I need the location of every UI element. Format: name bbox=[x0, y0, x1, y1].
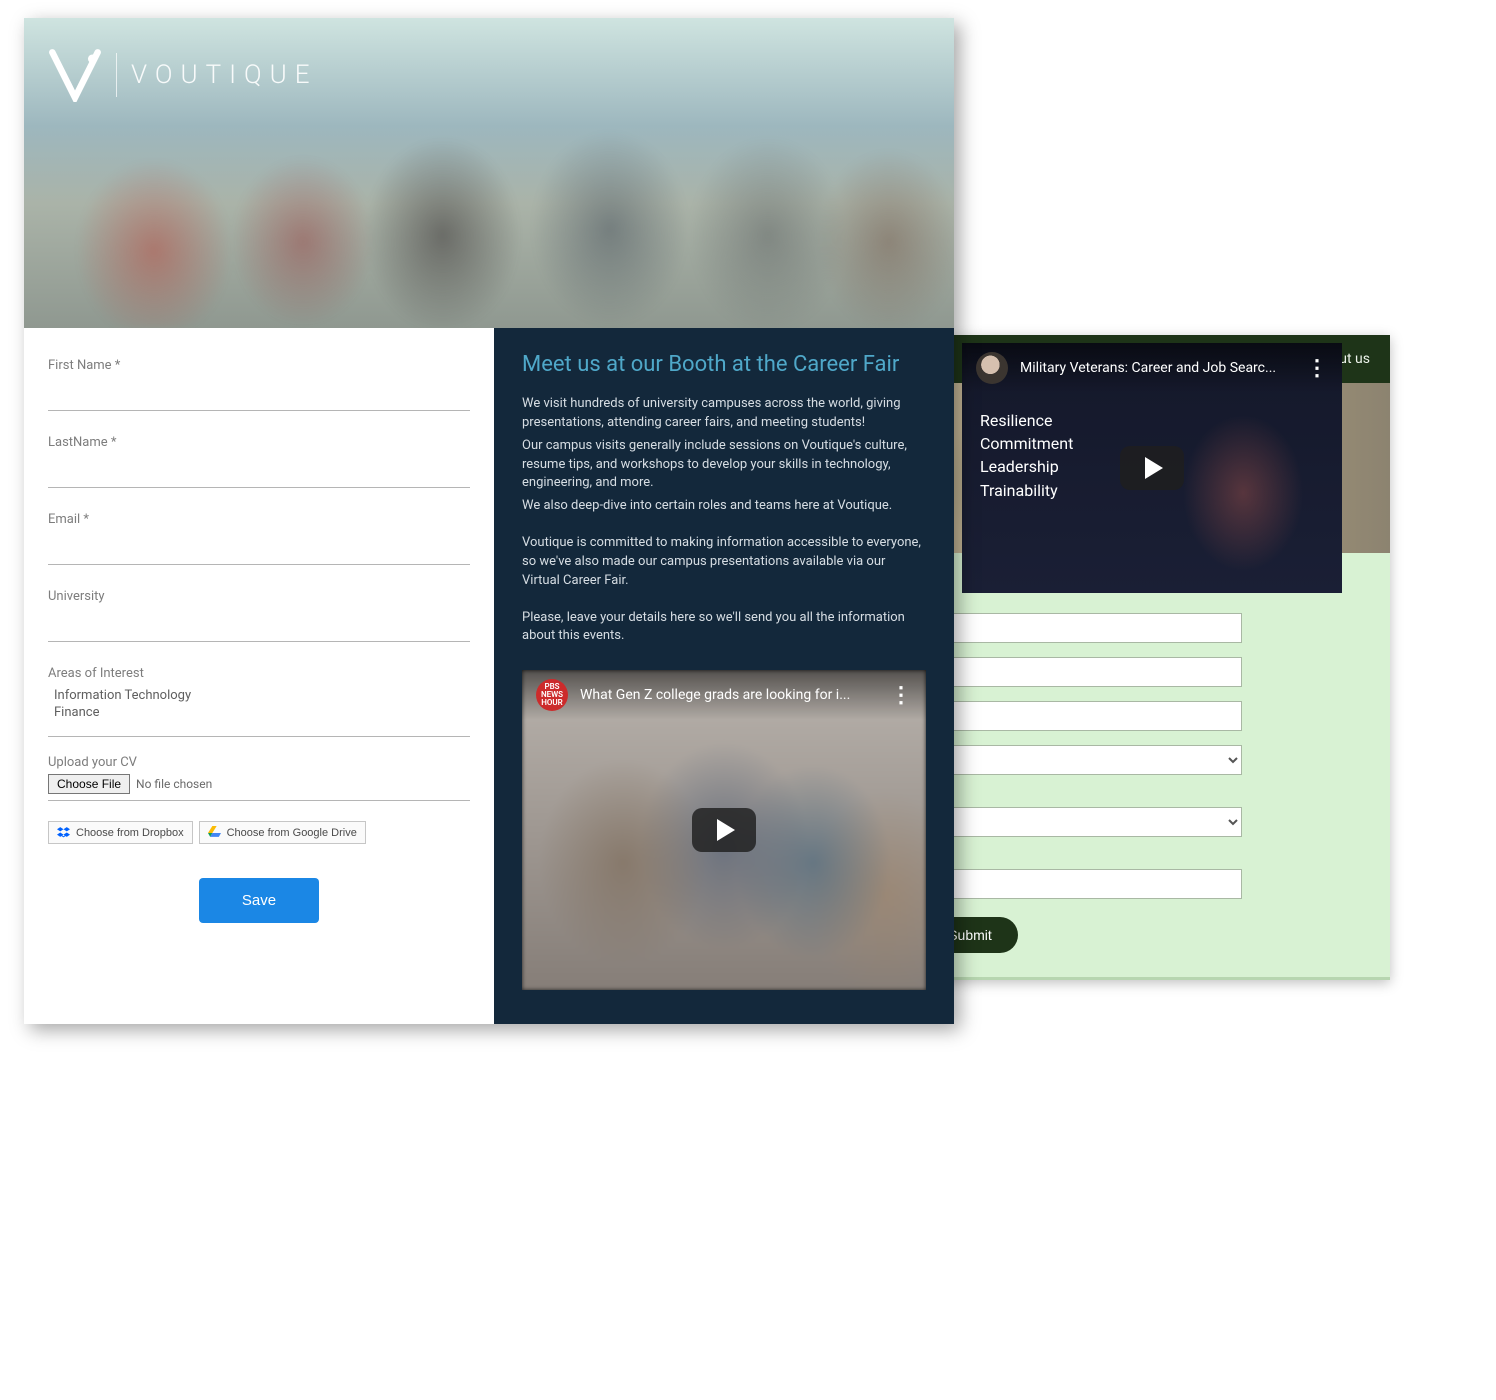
save-button[interactable]: Save bbox=[199, 878, 319, 923]
voutique-form: First Name * LastName * Email * Universi… bbox=[24, 328, 494, 1024]
info-paragraph: Voutique is committed to making informat… bbox=[522, 534, 926, 591]
channel-avatar[interactable] bbox=[976, 352, 1008, 384]
first-name-label: First Name * bbox=[48, 358, 470, 373]
areas-option[interactable]: Finance bbox=[48, 704, 470, 721]
channel-avatar[interactable]: PBSNEWSHOUR bbox=[536, 679, 568, 711]
video-keyword-overlay: Resilience Commitment Leadership Trainab… bbox=[980, 409, 1073, 502]
video-keyword: Leadership bbox=[980, 455, 1073, 478]
no-file-chosen-text: No file chosen bbox=[136, 777, 212, 791]
video-title: Military Veterans: Career and Job Searc.… bbox=[1020, 360, 1294, 376]
play-button-icon[interactable] bbox=[1120, 446, 1184, 490]
choose-from-google-drive-button[interactable]: Choose from Google Drive bbox=[199, 821, 366, 844]
info-title: Meet us at our Booth at the Career Fair bbox=[522, 352, 926, 377]
voutique-logo: VOUTIQUE bbox=[48, 48, 318, 102]
video-more-menu-icon[interactable]: ⋮ bbox=[890, 683, 912, 708]
info-paragraph: We also deep-dive into certain roles and… bbox=[522, 497, 926, 516]
info-paragraph: Please, leave your details here so we'll… bbox=[522, 609, 926, 647]
play-button-icon[interactable] bbox=[692, 808, 756, 852]
upload-cv-label: Upload your CV bbox=[48, 755, 470, 770]
youtube-embed[interactable]: PBSNEWSHOUR What Gen Z college grads are… bbox=[522, 670, 926, 990]
video-keyword: Trainability bbox=[980, 479, 1073, 502]
areas-of-interest-listbox[interactable]: Information Technology Finance bbox=[48, 685, 470, 737]
university-input[interactable] bbox=[48, 608, 470, 642]
video-more-menu-icon[interactable]: ⋮ bbox=[1306, 356, 1328, 381]
video-title: What Gen Z college grads are looking for… bbox=[580, 687, 878, 703]
last-name-label: LastName * bbox=[48, 435, 470, 450]
logo-divider bbox=[116, 53, 117, 97]
video-keyword: Resilience bbox=[980, 409, 1073, 432]
info-paragraph: We visit hundreds of university campuses… bbox=[522, 395, 926, 433]
youtube-embed[interactable]: Military Veterans: Career and Job Searc.… bbox=[962, 343, 1342, 593]
gdrive-button-label: Choose from Google Drive bbox=[227, 827, 357, 839]
voutique-info-panel: Meet us at our Booth at the Career Fair … bbox=[494, 328, 954, 1024]
last-name-input[interactable] bbox=[48, 454, 470, 488]
voutique-hero-image: VOUTIQUE bbox=[24, 18, 954, 328]
voutique-wordmark: VOUTIQUE bbox=[131, 60, 318, 90]
google-drive-icon bbox=[208, 826, 221, 839]
areas-option[interactable]: Information Technology bbox=[48, 687, 470, 704]
video-keyword: Commitment bbox=[980, 432, 1073, 455]
choose-file-button[interactable]: Choose File bbox=[48, 774, 130, 794]
email-label: Email * bbox=[48, 512, 470, 527]
voutique-card: VOUTIQUE First Name * LastName * Email *… bbox=[24, 18, 954, 1024]
areas-label: Areas of Interest bbox=[48, 666, 470, 681]
email-input[interactable] bbox=[48, 531, 470, 565]
info-paragraph: Our campus visits generally include sess… bbox=[522, 437, 926, 494]
first-name-input[interactable] bbox=[48, 377, 470, 411]
choose-from-dropbox-button[interactable]: Choose from Dropbox bbox=[48, 821, 193, 844]
dropbox-icon bbox=[57, 826, 70, 839]
dropbox-button-label: Choose from Dropbox bbox=[76, 827, 184, 839]
university-label: University bbox=[48, 589, 470, 604]
voutique-logo-mark bbox=[48, 48, 102, 102]
